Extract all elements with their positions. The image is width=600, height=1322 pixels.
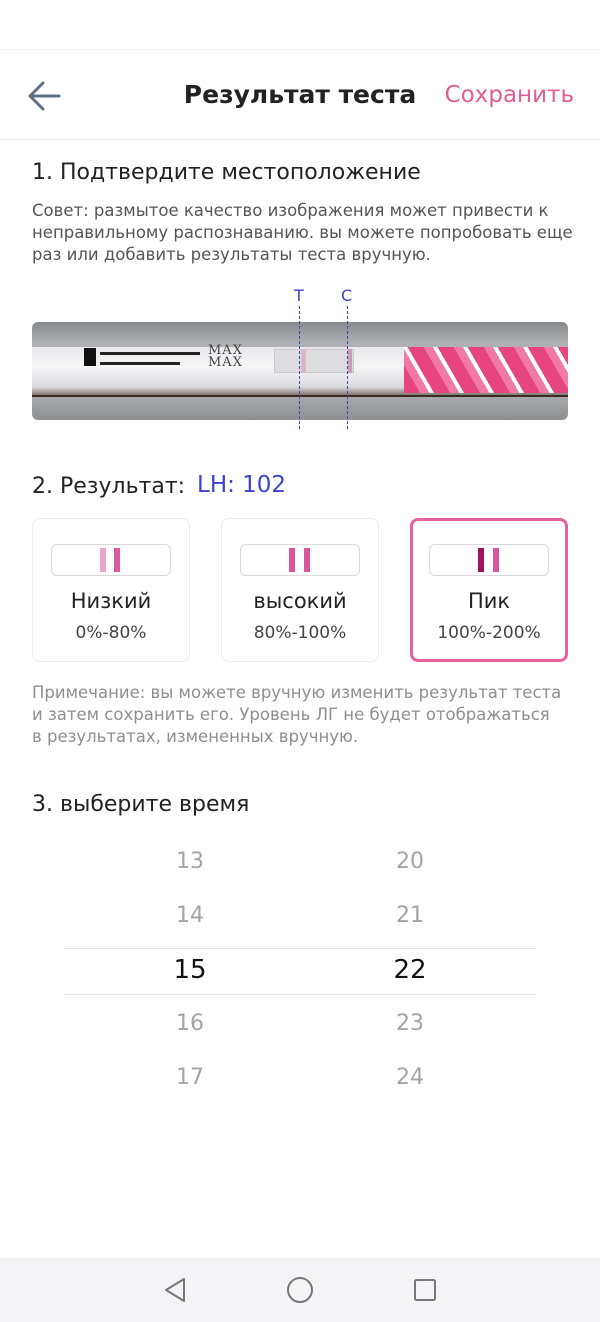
minute-picker[interactable]: 20 21 22 23 24 [350, 838, 470, 1108]
save-button[interactable]: Сохранить [445, 82, 574, 108]
mini-test-line [289, 548, 295, 572]
system-nav-bar [0, 1258, 600, 1322]
minute-option[interactable]: 23 [350, 1000, 470, 1054]
mini-strip-icon [240, 544, 360, 576]
result-card-high[interactable]: высокий 80%-100% [221, 518, 379, 662]
card-label: высокий [253, 589, 347, 613]
strip-handle-mark [84, 348, 96, 366]
strip-brand-print: MAX MAX [208, 344, 243, 370]
mini-control-line [493, 548, 499, 572]
strip-test-line [301, 349, 306, 373]
hour-option[interactable]: 17 [130, 1054, 250, 1108]
mini-control-line [304, 548, 310, 572]
minute-option[interactable]: 21 [350, 892, 470, 946]
circle-home-icon [287, 1277, 313, 1303]
hour-option[interactable]: 13 [130, 838, 250, 892]
t-marker-label: T [294, 286, 304, 305]
minute-option-selected[interactable]: 22 [350, 946, 470, 1000]
result-card-low[interactable]: Низкий 0%-80% [32, 518, 190, 662]
hour-option[interactable]: 14 [130, 892, 250, 946]
card-range: 80%-100% [253, 623, 347, 643]
result-card-peak[interactable]: Пик 100%-200% [410, 518, 568, 662]
location-tip: Совет: размытое качество изображения мож… [32, 201, 573, 264]
strip-brand-text: MAX [208, 355, 243, 370]
strip-arrow-line [100, 362, 180, 365]
strip-edge [32, 395, 568, 397]
nav-home-button[interactable] [280, 1272, 320, 1308]
strip-result-window [274, 349, 354, 373]
c-line-marker[interactable] [347, 306, 348, 429]
card-label: Низкий [70, 589, 152, 613]
nav-back-button[interactable] [155, 1272, 195, 1308]
manual-edit-note: Примечание: вы можете вручную изменить р… [32, 683, 562, 746]
location-heading: 1. Подтвердите местоположение [32, 160, 421, 185]
nav-recents-button[interactable] [405, 1272, 445, 1308]
c-marker-label: C [341, 286, 353, 305]
test-strip-photo: MAX MAX [32, 322, 568, 420]
status-bar-area [0, 0, 600, 50]
mini-strip-icon [51, 544, 171, 576]
minute-option[interactable]: 24 [350, 1054, 470, 1108]
hour-option[interactable]: 16 [130, 1000, 250, 1054]
hour-picker[interactable]: 13 14 15 16 17 [130, 838, 250, 1108]
mini-test-line [478, 548, 484, 572]
t-line-marker[interactable] [299, 306, 300, 429]
mini-strip-icon [429, 544, 549, 576]
card-label: Пик [467, 589, 511, 613]
strip-arrow-line [100, 352, 200, 355]
time-heading: 3. выберите время [32, 792, 250, 817]
minute-option[interactable]: 20 [350, 838, 470, 892]
strip-absorbent-tip [404, 347, 568, 393]
mini-control-line [114, 548, 120, 572]
square-recents-icon [414, 1279, 436, 1301]
result-heading: 2. Результат: [32, 474, 186, 499]
triangle-back-icon [165, 1278, 185, 1302]
strip-control-line [348, 349, 352, 373]
top-app-bar: Результат теста Сохранить [0, 50, 600, 140]
hour-option-selected[interactable]: 15 [130, 946, 250, 1000]
card-range: 0%-80% [75, 623, 147, 643]
mini-test-line [100, 548, 106, 572]
card-range: 100%-200% [437, 623, 541, 643]
lh-value: LH: 102 [197, 472, 287, 498]
